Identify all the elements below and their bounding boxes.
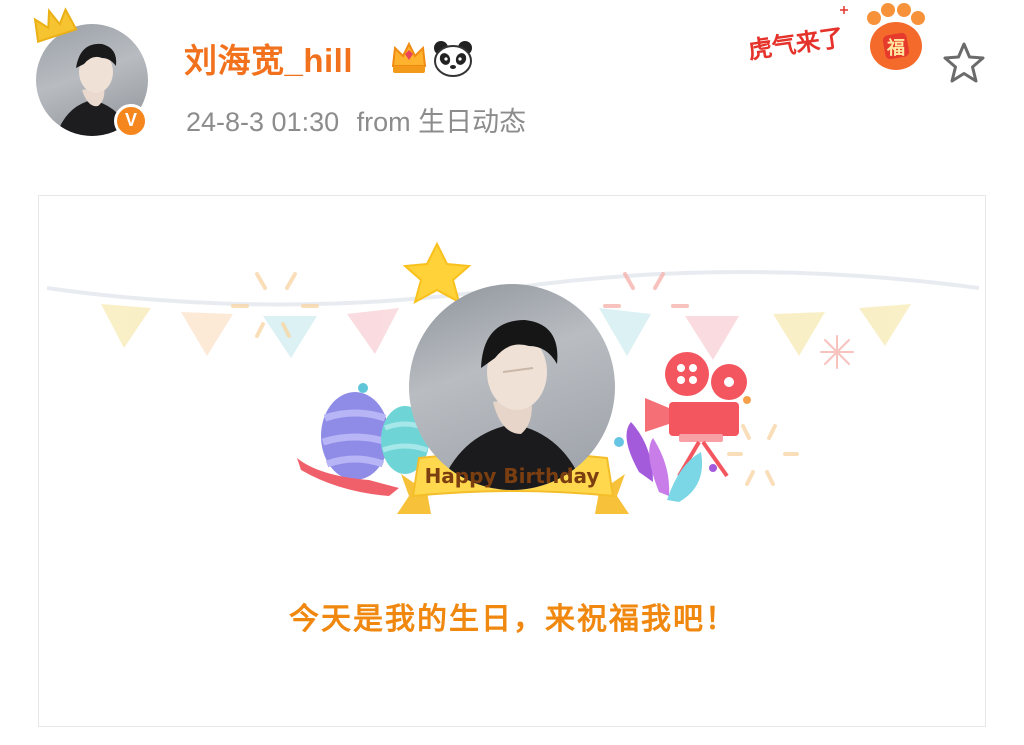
favorite-star-icon[interactable] (940, 40, 988, 86)
post-timestamp[interactable]: 24-8-3 01:30 (186, 107, 339, 137)
crown-icon (33, 7, 78, 44)
birthday-greeting-text: 今天是我的生日，来祝福我吧！ (289, 602, 737, 637)
happy-birthday-banner: Happy Birthday (424, 464, 600, 488)
panda-badge-icon[interactable] (431, 38, 475, 78)
birthday-card[interactable]: Happy Birthday 今天是我的生日，来祝福我吧！ (38, 195, 986, 727)
vip-crown-icon[interactable] (389, 40, 429, 78)
svg-text:福: 福 (886, 37, 905, 59)
post-meta: 24-8-3 01:30 from 生日动态 (186, 100, 526, 139)
post-source[interactable]: 生日动态 (418, 107, 526, 137)
from-label: from (356, 107, 411, 137)
username[interactable]: 刘海宽_hill (184, 34, 353, 82)
svg-text:虎气来了: 虎气来了 (746, 23, 845, 64)
birthday-avatar-photo (409, 284, 615, 490)
verified-badge: V (114, 104, 148, 138)
tiger-paw-decoration: 虎气来了 福 (746, 3, 925, 70)
